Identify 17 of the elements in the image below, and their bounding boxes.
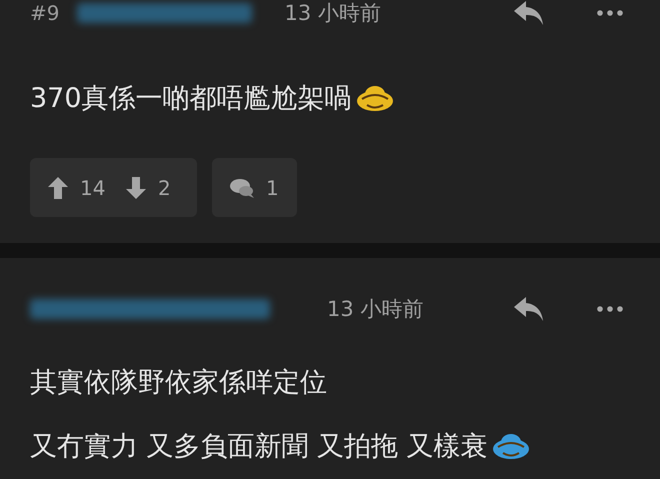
post-time: 13 小時前 bbox=[327, 298, 424, 320]
upvote-arrow-icon[interactable] bbox=[48, 176, 68, 198]
floor-number: #9 bbox=[30, 3, 60, 23]
comment-button[interactable]: 1 bbox=[212, 158, 297, 217]
upvote-count: 14 bbox=[80, 174, 106, 202]
speech-bubbles-icon bbox=[230, 178, 254, 198]
comment-count: 1 bbox=[266, 174, 279, 202]
post-text: 其實依隊野依家係咩定位 bbox=[30, 366, 327, 400]
reply-icon[interactable] bbox=[513, 295, 545, 323]
downvote-count: 2 bbox=[158, 174, 171, 202]
more-options-icon[interactable] bbox=[597, 10, 623, 16]
reply-icon[interactable] bbox=[513, 0, 545, 27]
post-time: 13 小時前 bbox=[284, 2, 381, 24]
more-options-icon[interactable] bbox=[597, 306, 623, 312]
post-text: 又冇實力 又多負面新聞 又拍拖 又樣衰 bbox=[30, 430, 488, 464]
downvote-arrow-icon[interactable] bbox=[126, 176, 146, 198]
post-text: 370真係一啲都唔尷尬架喎 bbox=[30, 82, 352, 116]
